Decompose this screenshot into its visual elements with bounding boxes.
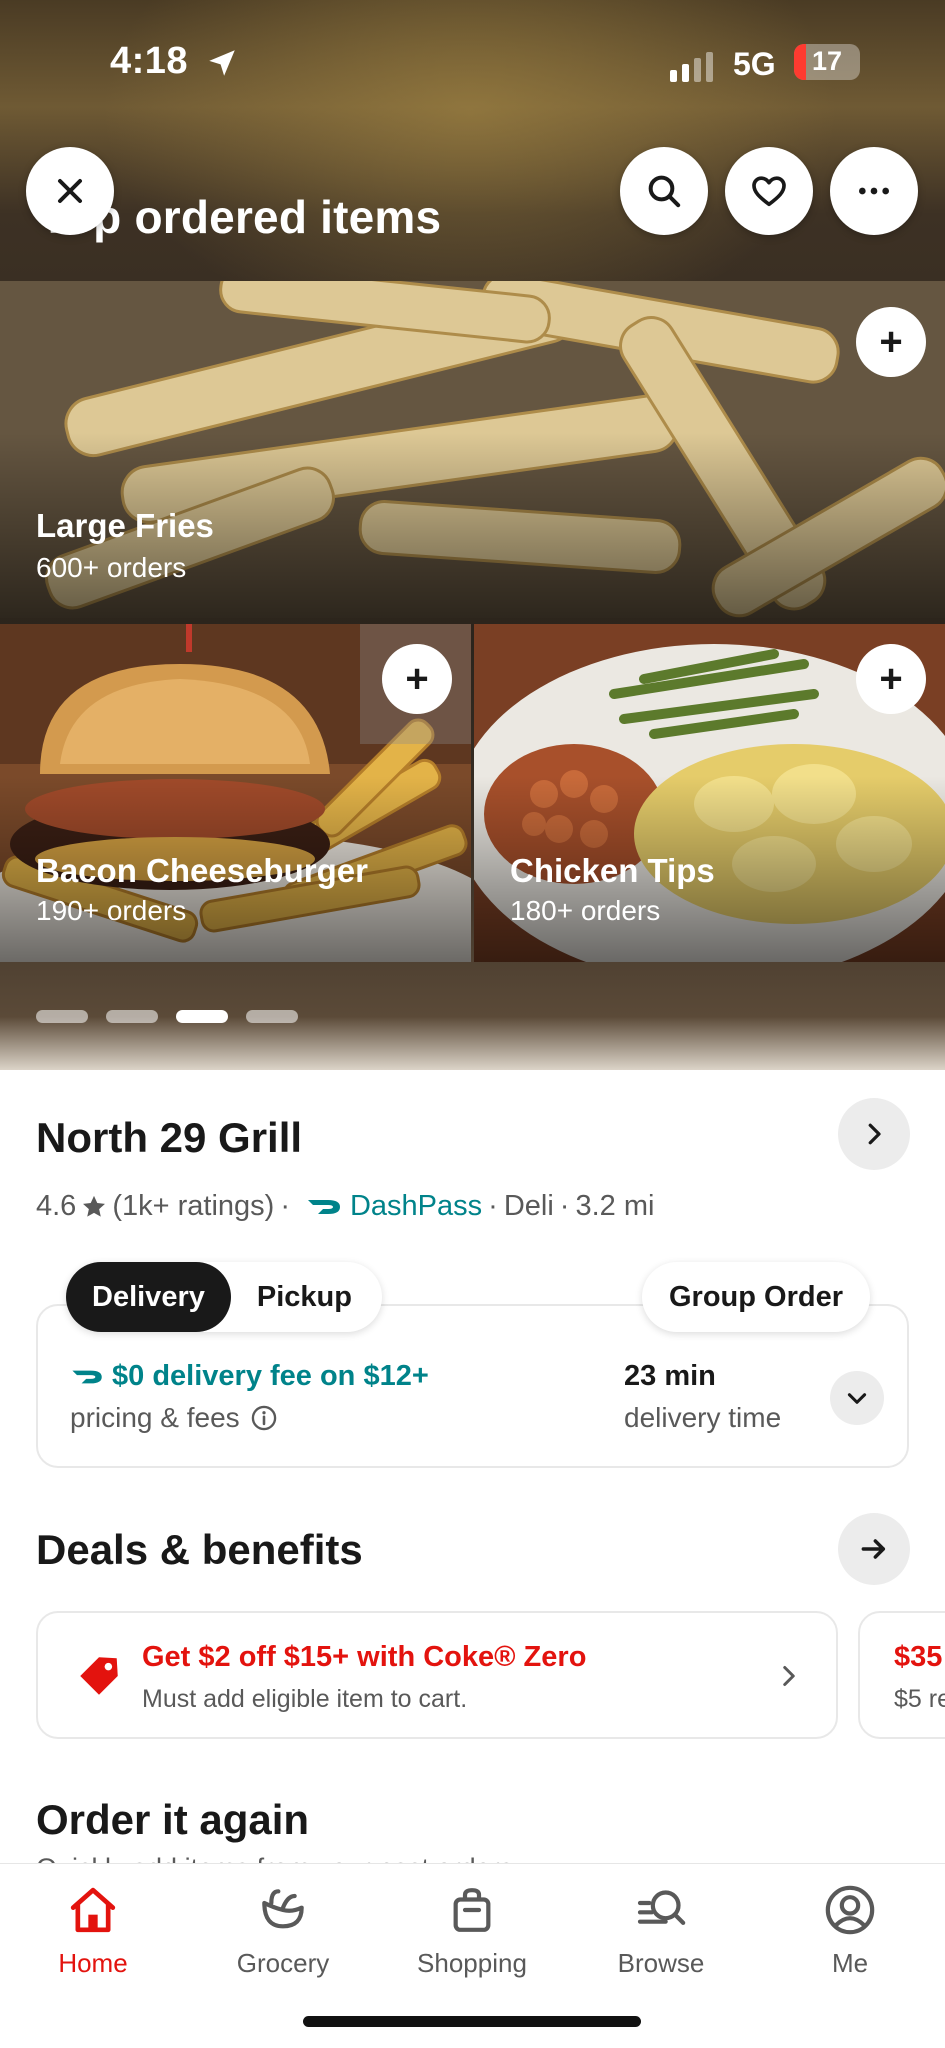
search-icon: [648, 175, 681, 208]
deal-card[interactable]: Get $2 off $15+ with Coke® Zero Must add…: [36, 1611, 838, 1739]
store-distance: 3.2 mi: [575, 1190, 655, 1222]
star-icon: [83, 1195, 106, 1217]
arrow-right-icon: [861, 1539, 886, 1559]
item-orders: 180+ orders: [510, 895, 661, 926]
delivery-option[interactable]: Delivery: [66, 1262, 231, 1332]
battery-level: 17: [811, 46, 843, 76]
tab-label: Shopping: [417, 1948, 527, 1978]
browse-icon: [637, 1890, 686, 1925]
delivery-fee-text: $0 delivery fee on $12+: [112, 1360, 429, 1392]
separator: ·: [280, 1190, 290, 1222]
hero-carousel: 4:18 5G 17 Top ordered items + Large Fri…: [0, 0, 945, 1070]
pickup-option[interactable]: Pickup: [231, 1262, 378, 1332]
tab-label: Browse: [617, 1948, 705, 1978]
pager-dot[interactable]: [246, 1010, 298, 1023]
deal-card[interactable]: $35 $5 re: [858, 1611, 945, 1739]
deal-title: Get $2 off $15+ with Coke® Zero: [142, 1641, 587, 1673]
chevron-right-icon: [783, 1666, 795, 1686]
item-name: Bacon Cheeseburger: [36, 852, 368, 889]
chevron-down-icon: [847, 1393, 867, 1404]
item-tile-large-fries[interactable]: + Large Fries 600+ orders: [0, 281, 945, 618]
tab-grocery[interactable]: Grocery: [193, 1882, 373, 1979]
carousel-pager[interactable]: [36, 1010, 298, 1023]
store-name[interactable]: North 29 Grill: [36, 1114, 302, 1162]
more-horizontal-icon: [859, 187, 889, 195]
status-bar: 4:18 5G 17: [0, 0, 945, 120]
network-label: 5G: [733, 46, 776, 82]
grocery-icon: [262, 1889, 304, 1929]
tab-label: Grocery: [236, 1948, 330, 1978]
more-options-button[interactable]: [830, 147, 918, 235]
tab-label: Me: [831, 1948, 869, 1978]
dashpass-label: DashPass: [349, 1190, 483, 1222]
tab-label: Home: [58, 1948, 128, 1978]
deal-title: $35: [894, 1641, 943, 1673]
order-mode-toggle[interactable]: Delivery Pickup: [66, 1262, 382, 1332]
deal-subtitle: Must add eligible item to cart.: [142, 1685, 468, 1713]
close-icon: [58, 179, 82, 203]
info-icon: [251, 1405, 276, 1431]
pricing-fees-label: pricing & fees: [70, 1402, 240, 1433]
separator: ·: [559, 1190, 570, 1222]
item-tile-chicken-tips[interactable]: + Chicken Tips 180+ orders: [474, 624, 945, 962]
heart-icon: [752, 176, 786, 207]
home-indicator: [303, 2016, 641, 2027]
item-name: Large Fries: [36, 507, 214, 544]
tab-shopping[interactable]: Shopping: [382, 1882, 562, 1979]
pager-dot[interactable]: [36, 1010, 88, 1023]
store-details-button[interactable]: [838, 1098, 910, 1170]
pager-dot[interactable]: [106, 1010, 158, 1023]
separator: ·: [488, 1190, 498, 1222]
store-rating: 4.6: [36, 1190, 77, 1222]
add-bacon-cheeseburger-button[interactable]: +: [382, 644, 452, 714]
deals-see-all-button[interactable]: [838, 1513, 910, 1585]
tab-me[interactable]: Me: [760, 1882, 940, 1979]
item-orders: 600+ orders: [36, 552, 187, 583]
dashpass-icon: [72, 1370, 102, 1383]
favorite-button[interactable]: [725, 147, 813, 235]
deals-section-title: Deals & benefits: [36, 1526, 363, 1573]
profile-icon: [825, 1885, 875, 1935]
delivery-eta: 23 min: [624, 1360, 716, 1392]
tab-home[interactable]: Home: [3, 1882, 183, 1979]
delivery-fee: $0 delivery fee on $12+: [70, 1360, 429, 1393]
store-ratings-count[interactable]: (1k+ ratings): [112, 1190, 274, 1223]
add-chicken-tips-button[interactable]: +: [856, 644, 926, 714]
order-again-subtitle: Quickly add items from your past orders: [36, 1853, 513, 1863]
pricing-fees-link[interactable]: pricing & fees: [70, 1402, 278, 1434]
chevron-right-icon: [868, 1123, 881, 1145]
home-icon: [70, 1887, 116, 1933]
tag-icon: [80, 1657, 118, 1695]
pager-dot-active[interactable]: [176, 1010, 228, 1023]
search-button[interactable]: [620, 147, 708, 235]
group-order-button[interactable]: Group Order: [642, 1262, 871, 1332]
delivery-eta-label: delivery time: [624, 1402, 782, 1433]
item-tile-bacon-cheeseburger[interactable]: + Bacon Cheeseburger 190+ orders: [0, 624, 471, 962]
cellular-signal-icon: [670, 52, 713, 82]
close-button[interactable]: [26, 147, 114, 235]
deal-subtitle: $5 re: [894, 1685, 945, 1713]
location-arrow-icon: [209, 50, 235, 76]
item-orders: 190+ orders: [36, 895, 187, 926]
status-time: 4:18: [110, 40, 189, 82]
expand-delivery-button[interactable]: [830, 1371, 884, 1425]
store-meta: 4.6 (1k+ ratings) · DashPass · Deli · 3.…: [36, 1190, 654, 1223]
dashpass-icon: [307, 1199, 340, 1214]
shopping-bag-icon: [453, 1888, 491, 1932]
item-name: Chicken Tips: [510, 852, 715, 889]
battery-icon: 17: [794, 44, 860, 80]
store-category: Deli: [503, 1190, 554, 1222]
add-large-fries-button[interactable]: +: [856, 307, 926, 377]
order-again-title: Order it again: [36, 1796, 310, 1843]
tab-browse[interactable]: Browse: [571, 1882, 751, 1979]
